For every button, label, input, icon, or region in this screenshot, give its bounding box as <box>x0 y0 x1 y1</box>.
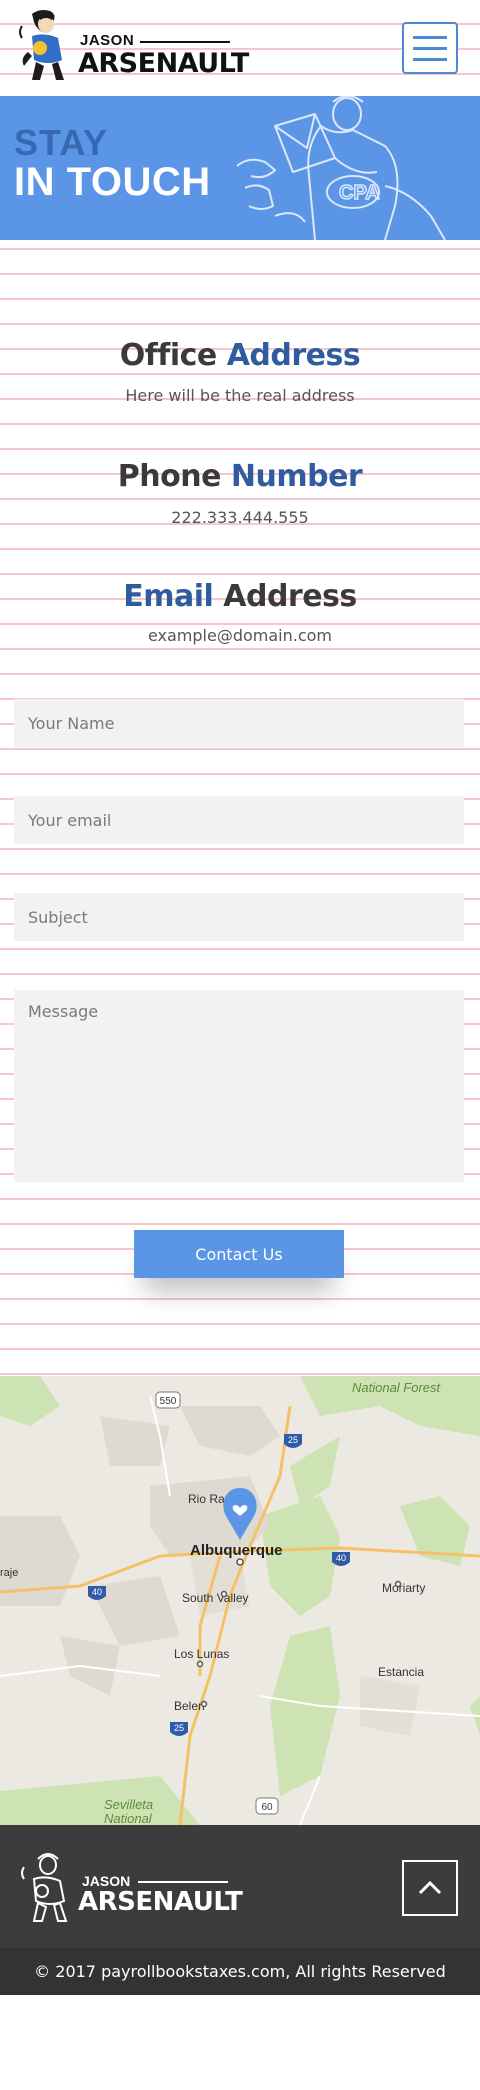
hamburger-menu-icon <box>413 58 447 61</box>
logo-last-name: ARSENAULT <box>78 48 249 79</box>
route-shield-60: 60 <box>255 1797 279 1815</box>
message-textarea[interactable] <box>14 990 464 1182</box>
office-address-value: Here will be the real address <box>125 386 355 405</box>
banner-title-line2: IN TOUCH <box>14 160 211 204</box>
phone-title-dark: Phone <box>117 459 222 494</box>
phone-title-blue: Number <box>230 459 363 494</box>
site-logo[interactable]: JASON ARSENAULT <box>18 8 249 84</box>
phone-number-title: Phone Number <box>0 459 480 494</box>
svg-text:25: 25 <box>288 1435 298 1445</box>
logo-divider <box>140 41 230 43</box>
copyright-text: © 2017 payrollbookstaxes.com, All rights… <box>0 1948 480 1995</box>
footer-logo-divider <box>138 1881 228 1883</box>
map-label-national-forest: National Forest <box>352 1380 442 1395</box>
interstate-shield-40-west: 40 <box>88 1586 106 1600</box>
map-label-estancia: Estancia <box>378 1665 424 1679</box>
logo-first-name: JASON <box>80 32 135 49</box>
email-address-title: Email Address <box>0 579 480 614</box>
route-shield-550: 550 <box>155 1391 181 1409</box>
banner-title-line1: STAY <box>14 122 109 163</box>
email-address-value: example@domain.com <box>147 626 333 645</box>
site-footer: JASON ARSENAULT <box>0 1825 480 1948</box>
map-label-los-lunas: Los Lunas <box>174 1647 229 1661</box>
office-title-blue: Address <box>226 338 361 373</box>
svg-text:60: 60 <box>261 1802 273 1813</box>
interstate-shield-40-east: 40 <box>332 1552 350 1566</box>
map-label-raje: raje <box>0 1567 18 1579</box>
footer-logo-last-name: ARSENAULT <box>78 1887 243 1917</box>
name-input[interactable] <box>14 699 464 747</box>
hamburger-menu-icon <box>413 47 447 50</box>
svg-text:40: 40 <box>92 1587 102 1597</box>
map-label-national: National <box>104 1811 153 1825</box>
office-address-title: Office Address <box>0 338 480 373</box>
email-title-blue: Email <box>123 579 214 614</box>
map-canvas: 550 25 40 40 25 60 National Forest Rio R… <box>0 1376 480 1825</box>
mascot-logo-icon <box>21 1853 68 1922</box>
email-title-dark: Address <box>223 579 357 614</box>
svg-text:25: 25 <box>174 1723 184 1733</box>
subject-input[interactable] <box>14 893 464 941</box>
cpa-mascot-illustration: CPA <box>236 96 446 240</box>
footer-logo[interactable]: JASON ARSENAULT <box>20 1851 243 1923</box>
stay-in-touch-banner: STAY IN TOUCH CPA <box>0 96 480 240</box>
back-to-top-button[interactable] <box>402 1860 458 1916</box>
email-input[interactable] <box>14 796 464 844</box>
map-label-sevilleta: Sevilleta <box>104 1797 153 1812</box>
site-header: JASON ARSENAULT <box>0 0 480 96</box>
interstate-shield-25-south: 25 <box>170 1722 188 1736</box>
map-label-albuquerque: Albuquerque <box>190 1542 283 1559</box>
svg-text:550: 550 <box>160 1396 177 1407</box>
interstate-shield-25-north: 25 <box>284 1434 302 1448</box>
office-title-dark: Office <box>119 338 218 373</box>
phone-number-value: 222.333.444.555 <box>171 508 309 527</box>
chevron-up-icon <box>418 1880 442 1895</box>
mascot-logo-icon <box>19 10 64 80</box>
page-bottom-spacer <box>0 1995 480 2090</box>
map-label-south-valley: South Valley <box>182 1591 249 1605</box>
location-map[interactable]: 550 25 40 40 25 60 National Forest Rio R… <box>0 1376 480 1825</box>
hamburger-menu-icon <box>413 36 447 39</box>
map-label-belen: Belen <box>174 1699 205 1713</box>
cpa-badge-text: CPA <box>339 182 380 204</box>
contact-us-button[interactable]: Contact Us <box>134 1230 344 1278</box>
map-label-moriarty: Moriarty <box>382 1581 425 1595</box>
svg-text:40: 40 <box>336 1553 346 1563</box>
hamburger-menu-button[interactable] <box>402 22 458 74</box>
